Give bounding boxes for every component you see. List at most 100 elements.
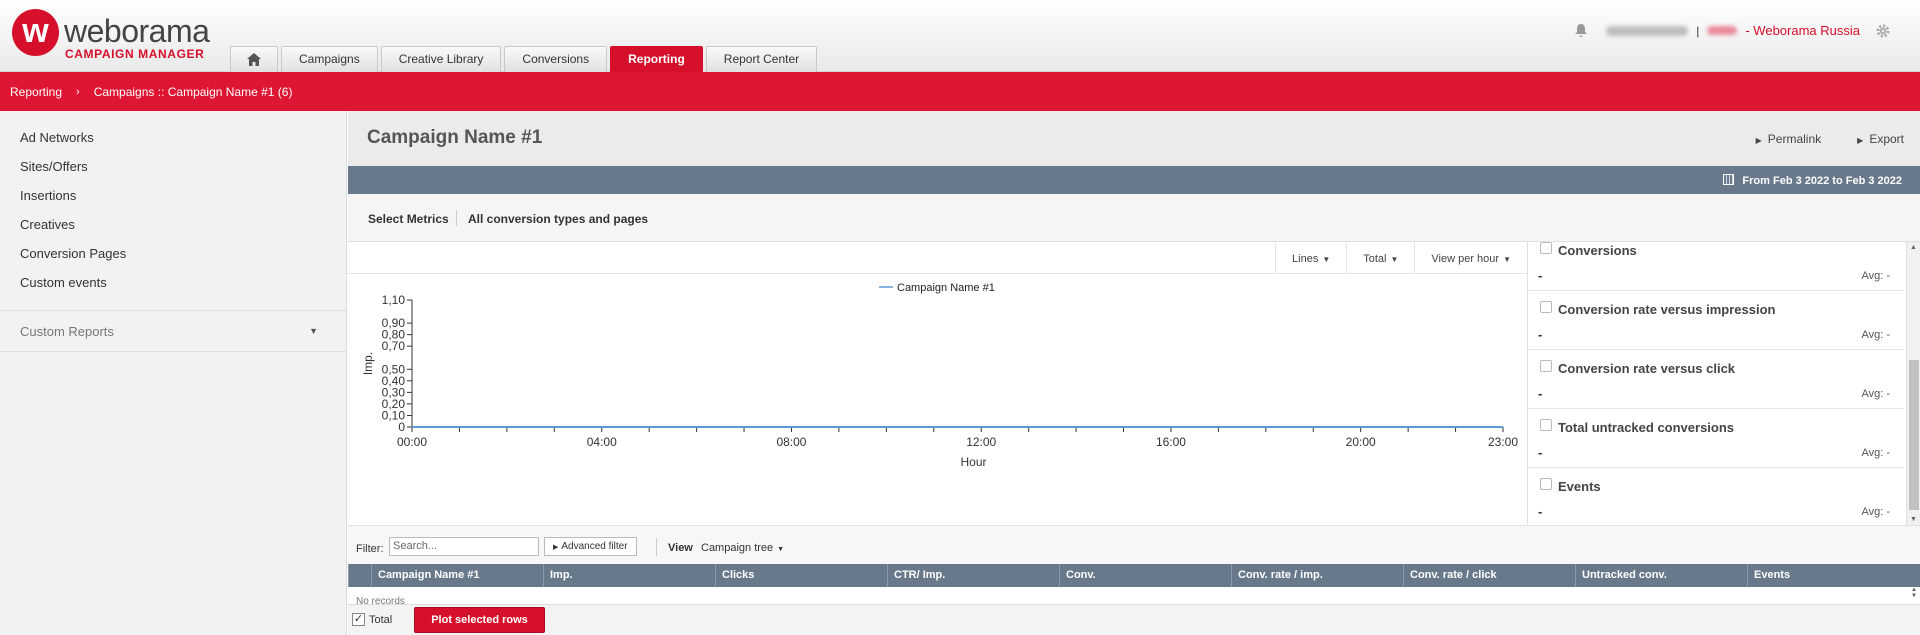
total-label: Total [369, 614, 393, 626]
view-select[interactable]: Campaign tree ▼ [701, 542, 784, 554]
date-range-label: From Feb 3 2022 to Feb 3 2022 [1742, 175, 1902, 187]
tab-report-center[interactable]: Report Center [705, 46, 818, 72]
sidebar-item-custom-events[interactable]: Custom events [0, 268, 346, 297]
metric-avg: Avg: - [1861, 447, 1890, 459]
sidebar-list: Ad Networks Sites/Offers Insertions Crea… [0, 111, 346, 297]
column-header[interactable]: Untracked conv. [1575, 564, 1747, 587]
main-content: Campaign Name #1 ▶ Permalink ▶ Export From… [347, 111, 1920, 635]
metrics-divider [456, 210, 457, 226]
permalink-link[interactable]: ▶ Permalink [1756, 132, 1822, 146]
column-header[interactable]: Imp. [543, 564, 715, 587]
company-name[interactable]: - Weborama Russia [1745, 23, 1860, 38]
title-bar: Campaign Name #1 ▶ Permalink ▶ Export [348, 111, 1920, 166]
tab-reporting[interactable]: Reporting [610, 46, 703, 72]
view-select-value: Campaign tree [701, 542, 774, 554]
metric-value: - [1538, 327, 1543, 342]
lines-label: Lines [1292, 253, 1319, 265]
main-nav-tabs: Campaigns Creative Library Conversions R… [230, 46, 818, 72]
column-header[interactable]: Clicks [715, 564, 887, 587]
x-tick-label: 23:00 [1488, 435, 1518, 449]
sidebar-item-sites-offers[interactable]: Sites/Offers [0, 152, 346, 181]
custom-reports-dropdown[interactable]: Custom Reports ▼ [0, 311, 346, 352]
scroll-up-icon[interactable]: ▲ [1910, 244, 1917, 251]
permalink-label: Permalink [1767, 132, 1822, 146]
account-redacted [1707, 26, 1738, 35]
advanced-filter-button[interactable]: ▶ Advanced filter [544, 537, 637, 556]
column-header[interactable]: Conv. rate / click [1403, 564, 1575, 587]
scrollbar-thumb[interactable] [1909, 360, 1919, 510]
scroll-down-icon[interactable]: ▼ [1910, 516, 1917, 523]
view-per-hour-dropdown[interactable]: View per hour ▼ [1414, 242, 1527, 274]
gear-icon[interactable] [1876, 24, 1890, 38]
breadcrumb-current[interactable]: Campaigns :: Campaign Name #1 (6) [94, 85, 293, 99]
breadcrumb-reporting[interactable]: Reporting [10, 85, 62, 99]
date-range-picker[interactable]: From Feb 3 2022 to Feb 3 2022 [1723, 174, 1902, 187]
table-scrollbar[interactable]: ▲ ▼ [1908, 587, 1920, 604]
y-tick-label: 1,10 [382, 293, 406, 307]
metric-checkbox[interactable] [1540, 301, 1552, 313]
logo-wordmark: weborama [64, 13, 210, 49]
sidebar-item-conversion-pages[interactable]: Conversion Pages [0, 239, 346, 268]
y-tick-label: 0 [398, 420, 405, 434]
metric-checkbox[interactable] [1540, 242, 1552, 254]
title-actions: ▶ Permalink ▶ Export [1756, 132, 1904, 146]
search-input[interactable]: Search... [389, 537, 539, 556]
triangle-right-icon: ▶ [553, 544, 559, 551]
column-header[interactable]: CTR/ Imp. [887, 564, 1059, 587]
calendar-icon [1723, 174, 1735, 185]
metric-card-conv-rate-click: Conversion rate versus click - Avg: - [1528, 350, 1904, 409]
table-header-expander [348, 564, 371, 587]
export-link[interactable]: ▶ Export [1857, 132, 1904, 146]
line-chart: 1,100,900,800,700,500,400,300,200,10000:… [361, 282, 1518, 469]
metric-value: - [1538, 504, 1543, 519]
bottom-bar: ✓ Total Plot selected rows [348, 604, 1920, 635]
user-name-redacted[interactable] [1606, 25, 1689, 36]
logo-mark: w [12, 9, 59, 56]
table-body: No records [348, 587, 1920, 604]
metric-checkbox[interactable] [1540, 360, 1552, 372]
tab-campaigns[interactable]: Campaigns [281, 46, 378, 72]
page-title: Campaign Name #1 [367, 127, 543, 148]
conversion-filter-button[interactable]: All conversion types and pages [468, 212, 648, 226]
column-header[interactable]: Campaign Name #1 [371, 564, 543, 587]
metrics-panel-scrollbar[interactable]: ▲ ▼ [1906, 242, 1920, 525]
filter-divider [656, 538, 657, 556]
metric-card-untracked-conversions: Total untracked conversions - Avg: - [1528, 409, 1904, 468]
caret-down-icon: ▼ [309, 326, 318, 336]
sidebar-item-creatives[interactable]: Creatives [0, 210, 346, 239]
tab-conversions[interactable]: Conversions [504, 46, 608, 72]
chart-panel: Lines ▼ Total ▼ View per hour ▼ 1,10 0,90 0,8… [347, 242, 1528, 525]
metric-card-conv-rate-impression: Conversion rate versus impression - Avg:… [1528, 291, 1904, 350]
metric-label: Conversion rate versus impression [1558, 302, 1776, 317]
metric-value: - [1538, 386, 1543, 401]
caret-down-icon: ▼ [1322, 255, 1331, 264]
total-dropdown[interactable]: Total ▼ [1346, 242, 1414, 274]
tab-home[interactable] [230, 46, 278, 72]
bell-icon[interactable] [1574, 23, 1588, 38]
table-header: Campaign Name #1 Imp. Clicks CTR/ Imp. C… [348, 564, 1920, 587]
chart-controls: Lines ▼ Total ▼ View per hour ▼ [347, 242, 1527, 274]
view-per-hour-label: View per hour [1431, 253, 1500, 265]
metric-checkbox[interactable] [1540, 419, 1552, 431]
sidebar-item-insertions[interactable]: Insertions [0, 181, 346, 210]
x-tick-label: 12:00 [966, 435, 996, 449]
column-header[interactable]: Conv. [1059, 564, 1231, 587]
caret-down-icon: ▼ [777, 546, 785, 553]
home-icon [247, 53, 261, 66]
scroll-down-icon[interactable]: ▼ [1908, 593, 1920, 599]
total-checkbox[interactable]: ✓ [352, 613, 365, 626]
sidebar-item-ad-networks[interactable]: Ad Networks [0, 123, 346, 152]
metric-avg: Avg: - [1861, 329, 1890, 341]
lines-dropdown[interactable]: Lines ▼ [1275, 242, 1346, 274]
metric-checkbox[interactable] [1540, 478, 1552, 490]
plot-selected-rows-button[interactable]: Plot selected rows [414, 607, 545, 633]
weborama-logo[interactable]: w weborama CAMPAIGN MANAGER [12, 9, 232, 63]
top-header: w weborama CAMPAIGN MANAGER Campaigns Cr… [0, 0, 1920, 72]
total-label: Total [1363, 253, 1387, 265]
column-header[interactable]: Conv. rate / imp. [1231, 564, 1403, 587]
tab-creative-library[interactable]: Creative Library [380, 46, 502, 72]
select-metrics-button[interactable]: Select Metrics [368, 212, 449, 226]
x-tick-label: 20:00 [1346, 435, 1376, 449]
column-header[interactable]: Events [1747, 564, 1920, 587]
legend-label: Campaign Name #1 [897, 282, 995, 294]
